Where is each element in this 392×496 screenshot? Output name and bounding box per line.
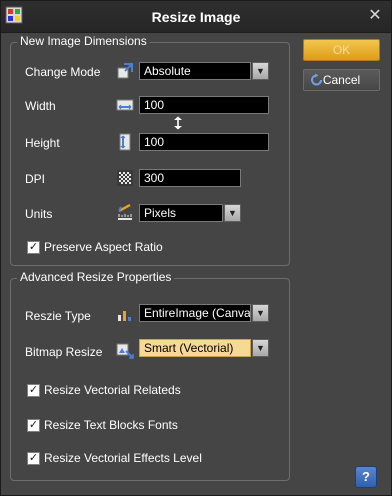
width-icon	[116, 99, 134, 111]
title-bar: Resize Image ✕	[1, 1, 391, 33]
change-mode-dropdown-arrow[interactable]: ▼	[252, 62, 269, 80]
height-label: Height	[25, 136, 60, 150]
bitmap-resize-icon	[116, 343, 134, 359]
resize-text-blocks-fonts-checkbox[interactable]: ✓	[27, 419, 40, 432]
width-input[interactable]: 100	[139, 96, 269, 114]
link-arrow-icon[interactable]	[173, 116, 183, 130]
dpi-input[interactable]: 300	[139, 169, 241, 187]
change-mode-select[interactable]: Absolute	[139, 62, 251, 80]
close-icon[interactable]: ✕	[366, 7, 384, 25]
resize-type-icon	[118, 311, 131, 321]
resize-vectorial-effects-level-label: Resize Vectorial Effects Level	[44, 451, 202, 465]
help-button[interactable]: ?	[355, 466, 377, 488]
height-icon	[119, 133, 131, 151]
dpi-icon	[117, 170, 133, 186]
bitmap-resize-dropdown-arrow[interactable]: ▼	[252, 339, 269, 357]
units-label: Units	[25, 207, 53, 221]
resize-vectorial-effects-level-checkbox[interactable]: ✓	[27, 452, 40, 465]
change-mode-label: Change Mode	[25, 65, 101, 79]
resize-type-select[interactable]: EntireImage (Canvas)	[139, 304, 251, 322]
units-select[interactable]: Pixels	[139, 204, 223, 222]
bitmap-resize-label: Bitmap Resize	[25, 345, 103, 359]
height-input[interactable]: 100	[139, 133, 269, 151]
bitmap-resize-select[interactable]: Smart (Vectorial)	[139, 339, 251, 357]
ok-label: OK	[332, 43, 351, 57]
help-icon: ?	[362, 469, 370, 484]
window-title: Resize Image	[151, 9, 241, 25]
resize-type-label: Reszie Type	[25, 309, 91, 323]
preserve-aspect-label: Preserve Aspect Ratio	[44, 240, 163, 254]
width-label: Width	[25, 99, 56, 113]
cancel-icon	[311, 73, 322, 86]
change-mode-icon	[117, 63, 133, 79]
units-icon	[118, 203, 132, 220]
dpi-label: DPI	[25, 172, 46, 186]
resize-vectorial-relateds-checkbox[interactable]: ✓	[27, 384, 40, 397]
resize-text-blocks-fonts-label: Resize Text Blocks Fonts	[44, 418, 178, 432]
units-dropdown-arrow[interactable]: ▼	[224, 204, 241, 222]
ok-button[interactable]: OK	[303, 39, 380, 61]
resize-image-dialog: Resize Image ✕ New Image Dimensions Chan…	[0, 0, 392, 496]
group-title-advanced: Advanced Resize Properties	[17, 270, 175, 284]
resize-type-dropdown-arrow[interactable]: ▼	[252, 304, 269, 322]
cancel-button[interactable]: Cancel	[303, 69, 380, 91]
group-title-dimensions: New Image Dimensions	[17, 34, 150, 48]
preserve-aspect-checkbox[interactable]: ✓	[27, 241, 40, 254]
cancel-label: Cancel	[322, 73, 361, 87]
resize-vectorial-relateds-label: Resize Vectorial Relateds	[44, 383, 181, 397]
